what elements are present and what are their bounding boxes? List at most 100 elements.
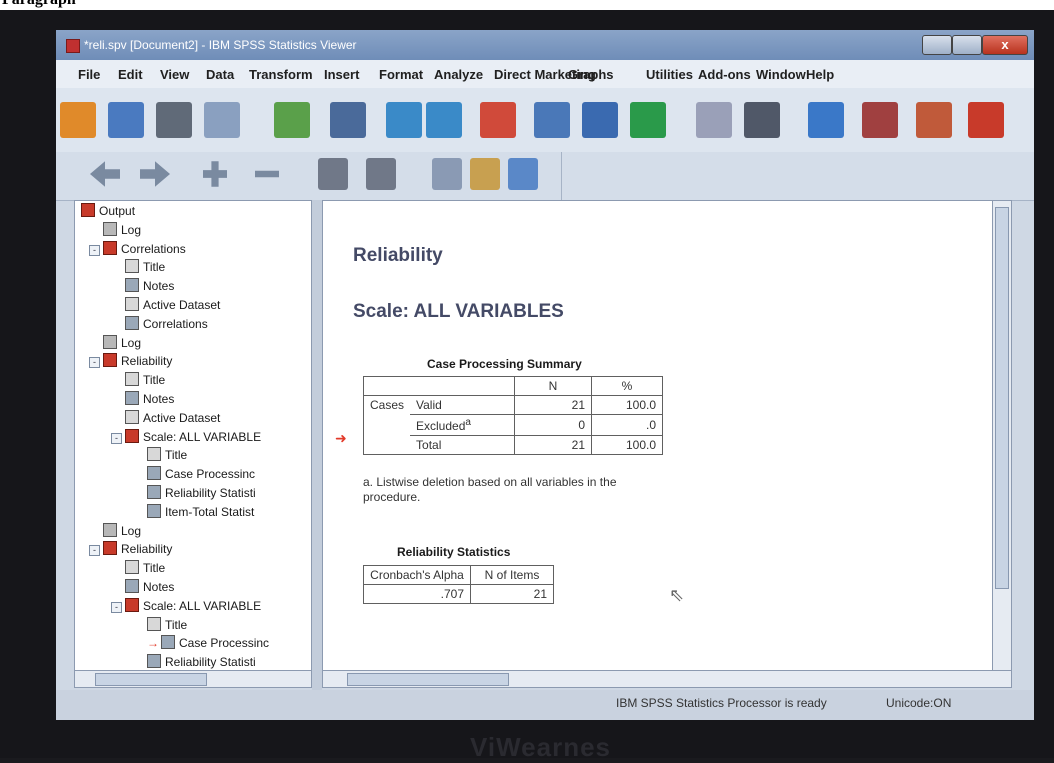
goto-variable-icon[interactable] — [534, 102, 570, 138]
outline-item-label: Reliability Statisti — [165, 486, 256, 500]
tbl-icon — [125, 315, 139, 330]
case-processing-summary-table[interactable]: N % Cases Valid 21 100.0 Excludeda 0 .0 … — [363, 376, 663, 455]
insert-cases-icon[interactable] — [630, 102, 666, 138]
outline-item[interactable]: Reliability Statisti — [147, 654, 256, 670]
collapse-icon[interactable] — [255, 170, 279, 178]
outline-item[interactable]: Log — [103, 334, 141, 351]
maximize-button[interactable] — [952, 35, 982, 55]
spelling-icon[interactable] — [968, 102, 1004, 138]
monitor-brand: ViWearnes — [470, 732, 612, 762]
insert-text-icon[interactable] — [508, 158, 538, 190]
output-title[interactable]: Reliability — [353, 245, 443, 267]
scrollbar-thumb[interactable] — [95, 673, 207, 686]
outline-item[interactable]: Log — [103, 522, 141, 539]
output-outline-pane[interactable]: Output Log - Correlations Title Notes Active D… — [74, 200, 312, 672]
outline-item[interactable]: - Reliability — [89, 541, 172, 557]
book-icon — [103, 353, 117, 368]
expand-icon[interactable] — [203, 161, 227, 187]
window-title: *reli.spv [Document2] - IBM SPSS Statist… — [84, 38, 357, 52]
redo-icon[interactable] — [426, 102, 462, 138]
outline-item[interactable]: Title — [147, 447, 187, 463]
insert-heading-icon[interactable] — [432, 158, 462, 190]
row-label: Valid — [410, 395, 516, 415]
insert-title-icon[interactable] — [470, 158, 500, 190]
outline-item[interactable]: - Correlations — [89, 240, 186, 257]
outline-item-label: Reliability — [121, 542, 173, 557]
menu-window[interactable]: Window — [756, 67, 806, 82]
doc-icon — [125, 259, 139, 274]
outline-horizontal-scrollbar[interactable] — [74, 670, 312, 688]
variables-icon[interactable] — [582, 102, 618, 138]
outline-item[interactable]: Notes — [125, 391, 174, 407]
menu-utilities[interactable]: Utilities — [646, 67, 693, 82]
spss-viewer-window: *reli.spv [Document2] - IBM SPSS Statist… — [56, 30, 1034, 720]
content-vertical-scrollbar[interactable] — [992, 200, 1012, 672]
outline-item[interactable]: → Case Processinc — [147, 635, 269, 651]
content-horizontal-scrollbar[interactable] — [322, 670, 1012, 688]
menu-analyze[interactable]: Analyze — [434, 67, 483, 82]
outline-item[interactable]: Reliability Statisti — [147, 485, 256, 501]
outline-item[interactable]: Active Dataset — [125, 409, 220, 426]
print-icon[interactable] — [156, 102, 192, 138]
outline-item[interactable]: Item-Total Statist — [147, 503, 254, 520]
outline-item[interactable]: - Scale: ALL VARIABLE — [111, 428, 261, 445]
menu-data[interactable]: Data — [206, 67, 234, 82]
open-icon[interactable] — [60, 102, 96, 138]
outline-item[interactable]: - Scale: ALL VARIABLE — [111, 597, 261, 614]
scrollbar-thumb[interactable] — [347, 673, 509, 686]
select-cases-icon[interactable] — [808, 102, 844, 138]
menu-file[interactable]: File — [78, 67, 100, 82]
close-button[interactable]: x — [982, 35, 1028, 55]
collapse-toggle-icon[interactable]: - — [89, 244, 100, 256]
current-item-arrow-icon: ➜ — [335, 430, 347, 446]
recall-dialog-icon[interactable] — [330, 102, 366, 138]
reliability-statistics-table[interactable]: Cronbach's Alpha N of Items .707 21 — [363, 565, 554, 604]
menu-format[interactable]: Format — [379, 67, 423, 82]
print-preview-icon[interactable] — [204, 102, 240, 138]
pane-splitter[interactable] — [312, 200, 322, 690]
undo-icon[interactable] — [386, 102, 422, 138]
outline-item-label: Notes — [143, 392, 175, 406]
forward-arrow-icon[interactable] — [140, 161, 170, 187]
designate-window-icon[interactable] — [916, 102, 952, 138]
outline-item[interactable]: Notes — [125, 278, 174, 294]
minimize-button[interactable] — [922, 35, 952, 55]
outline-item[interactable]: Log — [103, 221, 141, 238]
outline-item[interactable]: Correlations — [125, 315, 208, 332]
output-content-pane: ➜ Reliability Scale: ALL VARIABLES Case … — [322, 200, 994, 672]
menu-insert[interactable]: Insert — [324, 67, 359, 82]
menu-view[interactable]: View — [160, 67, 189, 82]
outline-item[interactable]: Active Dataset — [125, 297, 220, 313]
menu-graphs[interactable]: Graphs — [568, 67, 614, 82]
collapse-toggle-icon[interactable]: - — [111, 601, 122, 613]
hide-icon[interactable] — [366, 158, 396, 190]
collapse-toggle-icon[interactable]: - — [89, 545, 100, 557]
menu-transform[interactable]: Transform — [249, 67, 313, 82]
log-icon — [103, 334, 117, 349]
output-subtitle[interactable]: Scale: ALL VARIABLES — [353, 301, 564, 323]
outline-item[interactable]: Notes — [125, 579, 174, 595]
export-icon[interactable] — [274, 102, 310, 138]
book-icon — [103, 541, 117, 556]
weight-cases-icon[interactable] — [744, 102, 780, 138]
outline-item[interactable]: Output — [81, 203, 135, 219]
collapse-toggle-icon[interactable]: - — [89, 357, 100, 369]
goto-case-icon[interactable] — [480, 102, 516, 138]
menu-add-ons[interactable]: Add-ons — [698, 67, 751, 82]
outline-item[interactable]: Title — [125, 560, 165, 576]
menu-edit[interactable]: Edit — [118, 67, 143, 82]
save-icon[interactable] — [108, 102, 144, 138]
outline-item[interactable]: Title — [125, 372, 165, 388]
split-file-icon[interactable] — [696, 102, 732, 138]
scrollbar-thumb[interactable] — [995, 207, 1009, 589]
value-labels-icon[interactable] — [862, 102, 898, 138]
outline-item[interactable]: Case Processinc — [147, 466, 255, 482]
show-icon[interactable] — [318, 158, 348, 190]
outline-item[interactable]: - Reliability — [89, 353, 172, 369]
outline-item[interactable]: Title — [147, 616, 187, 633]
back-arrow-icon[interactable] — [90, 161, 120, 187]
menu-help[interactable]: Help — [806, 67, 834, 82]
outline-item[interactable]: Title — [125, 259, 165, 275]
cell-alpha: .707 — [363, 584, 471, 604]
collapse-toggle-icon[interactable]: - — [111, 432, 122, 444]
